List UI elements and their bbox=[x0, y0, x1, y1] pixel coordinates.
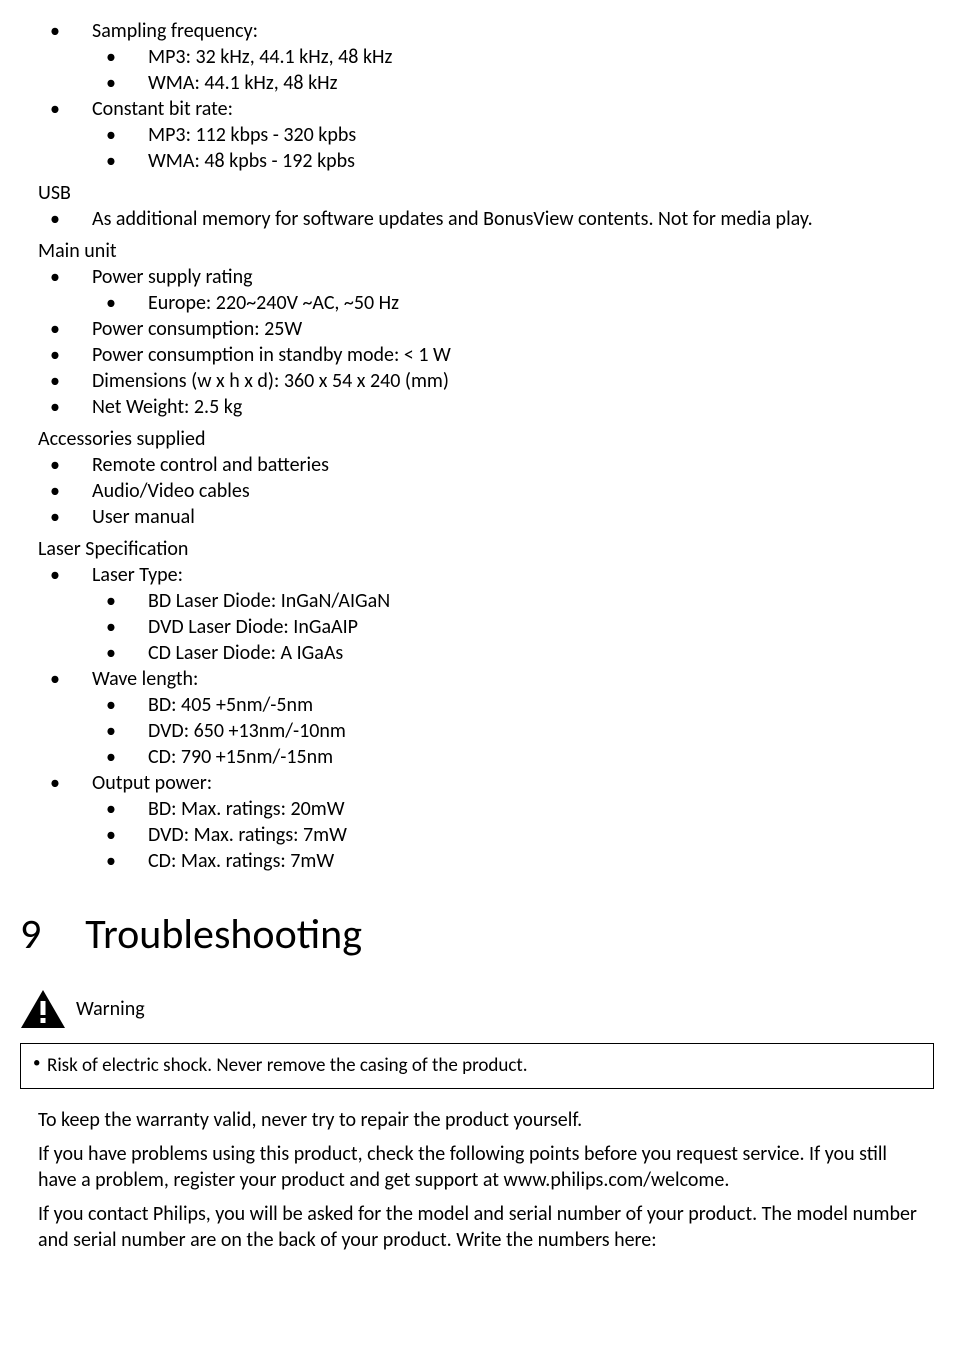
paragraph: If you contact Philips, you will be aske… bbox=[20, 1201, 934, 1253]
list-item: Constant bit rate: bbox=[20, 96, 934, 122]
list-item: CD Laser Diode: A IGaAs bbox=[20, 640, 934, 666]
warning-icon bbox=[20, 989, 66, 1029]
list-item: As additional memory for software update… bbox=[20, 206, 934, 232]
list-item: BD: 405 +5nm/-5nm bbox=[20, 692, 934, 718]
list-item: WMA: 44.1 kHz, 48 kHz bbox=[20, 70, 934, 96]
list-item: DVD: Max. ratings: 7mW bbox=[20, 822, 934, 848]
list-item: Europe: 220~240V ~AC, ~50 Hz bbox=[20, 290, 934, 316]
chapter-heading: 9 Troubleshooting bbox=[20, 908, 934, 963]
list-item: Sampling frequency: bbox=[20, 18, 934, 44]
spec-list: Sampling frequency: MP3: 32 kHz, 44.1 kH… bbox=[20, 18, 934, 174]
list-item: Dimensions (w x h x d): 360 x 54 x 240 (… bbox=[20, 368, 934, 394]
list-item: Laser Type: bbox=[20, 562, 934, 588]
list-item: Power supply rating bbox=[20, 264, 934, 290]
list-item: MP3: 32 kHz, 44.1 kHz, 48 kHz bbox=[20, 44, 934, 70]
list-item: MP3: 112 kbps - 320 kpbs bbox=[20, 122, 934, 148]
chapter-number: 9 bbox=[20, 908, 41, 963]
section-heading-main-unit: Main unit bbox=[20, 238, 934, 264]
paragraph: To keep the warranty valid, never try to… bbox=[20, 1107, 934, 1133]
paragraph: If you have problems using this product,… bbox=[20, 1141, 934, 1193]
list-item: Output power: bbox=[20, 770, 934, 796]
list-item: Remote control and batteries bbox=[20, 452, 934, 478]
warning-header: Warning bbox=[20, 989, 934, 1029]
list-item: User manual bbox=[20, 504, 934, 530]
list-item: Audio/Video cables bbox=[20, 478, 934, 504]
list-item: WMA: 48 kpbs - 192 kpbs bbox=[20, 148, 934, 174]
list-item: CD: 790 +15nm/-15nm bbox=[20, 744, 934, 770]
warning-text: Risk of electric shock. Never remove the… bbox=[31, 1054, 921, 1079]
list-item: DVD Laser Diode: InGaAIP bbox=[20, 614, 934, 640]
list-item: Power consumption in standby mode: < 1 W bbox=[20, 342, 934, 368]
section-heading-accessories: Accessories supplied bbox=[20, 426, 934, 452]
list-item: DVD: 650 +13nm/-10nm bbox=[20, 718, 934, 744]
section-heading-laser: Laser Specification bbox=[20, 536, 934, 562]
accessories-list: Remote control and batteries Audio/Video… bbox=[20, 452, 934, 530]
warning-label: Warning bbox=[76, 996, 145, 1022]
list-item: Wave length: bbox=[20, 666, 934, 692]
mainunit-list: Power supply rating Europe: 220~240V ~AC… bbox=[20, 264, 934, 420]
laser-list: Laser Type: BD Laser Diode: InGaN/AIGaN … bbox=[20, 562, 934, 874]
list-item: CD: Max. ratings: 7mW bbox=[20, 848, 934, 874]
list-item: BD Laser Diode: InGaN/AIGaN bbox=[20, 588, 934, 614]
list-item: Power consumption: 25W bbox=[20, 316, 934, 342]
list-item: BD: Max. ratings: 20mW bbox=[20, 796, 934, 822]
usb-list: As additional memory for software update… bbox=[20, 206, 934, 232]
chapter-title: Troubleshooting bbox=[85, 908, 362, 963]
list-item: Net Weight: 2.5 kg bbox=[20, 394, 934, 420]
section-heading-usb: USB bbox=[20, 180, 934, 206]
warning-box: Risk of electric shock. Never remove the… bbox=[20, 1043, 934, 1090]
